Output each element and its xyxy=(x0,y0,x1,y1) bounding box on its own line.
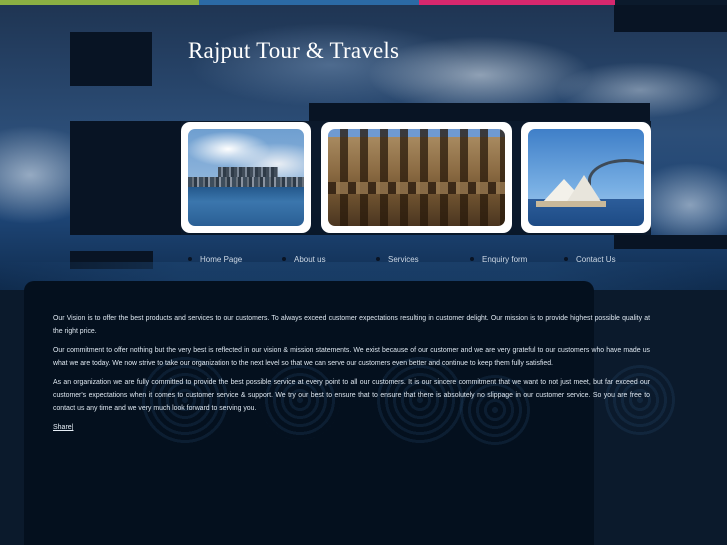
nav-label: Contact Us xyxy=(576,254,616,264)
bullet-icon xyxy=(564,257,568,261)
nav-label: Services xyxy=(388,254,419,264)
nav-enquiry[interactable]: Enquiry form xyxy=(463,255,557,264)
header-block-mid xyxy=(309,103,650,121)
nav-label: Enquiry form xyxy=(482,254,528,264)
header-block-right xyxy=(614,5,727,32)
opera-house-photo xyxy=(528,129,644,226)
nav-services[interactable]: Services xyxy=(369,255,463,264)
vision-paragraph: Our Vision is to offer the best products… xyxy=(53,315,650,335)
photo-strip-block-right xyxy=(614,235,727,249)
skyline-buildings-base xyxy=(188,177,304,187)
nav-home[interactable]: Home Page xyxy=(181,255,275,264)
bullet-icon xyxy=(376,257,380,261)
nav-about[interactable]: About us xyxy=(275,255,369,264)
opera-house-photo-frame xyxy=(521,122,651,233)
bullet-icon xyxy=(470,257,474,261)
organization-paragraph: As an organization we are fully committe… xyxy=(53,379,650,412)
opera-sail-2 xyxy=(566,175,602,203)
colosseum-arches xyxy=(328,182,505,195)
nav-label: About us xyxy=(294,254,326,264)
bullet-icon xyxy=(282,257,286,261)
colosseum-photo-frame xyxy=(321,122,512,233)
site-title: Rajput Tour & Travels xyxy=(188,38,400,63)
main-nav: Home Page About us Services Enquiry form… xyxy=(181,251,651,267)
skyline-photo xyxy=(188,129,304,226)
nav-contact[interactable]: Contact Us xyxy=(557,255,651,264)
about-content: Our Vision is to offer the best products… xyxy=(53,313,650,435)
colosseum-photo xyxy=(328,129,505,226)
nav-label: Home Page xyxy=(200,254,243,264)
opera-base xyxy=(536,201,606,207)
bullet-icon xyxy=(188,257,192,261)
skyline-photo-frame xyxy=(181,122,311,233)
share-link[interactable]: Share| xyxy=(53,424,74,431)
photo-strip-block-left xyxy=(70,121,181,235)
commitment-paragraph: Our commitment to offer nothing but the … xyxy=(53,347,650,367)
header-block-left xyxy=(70,32,152,86)
